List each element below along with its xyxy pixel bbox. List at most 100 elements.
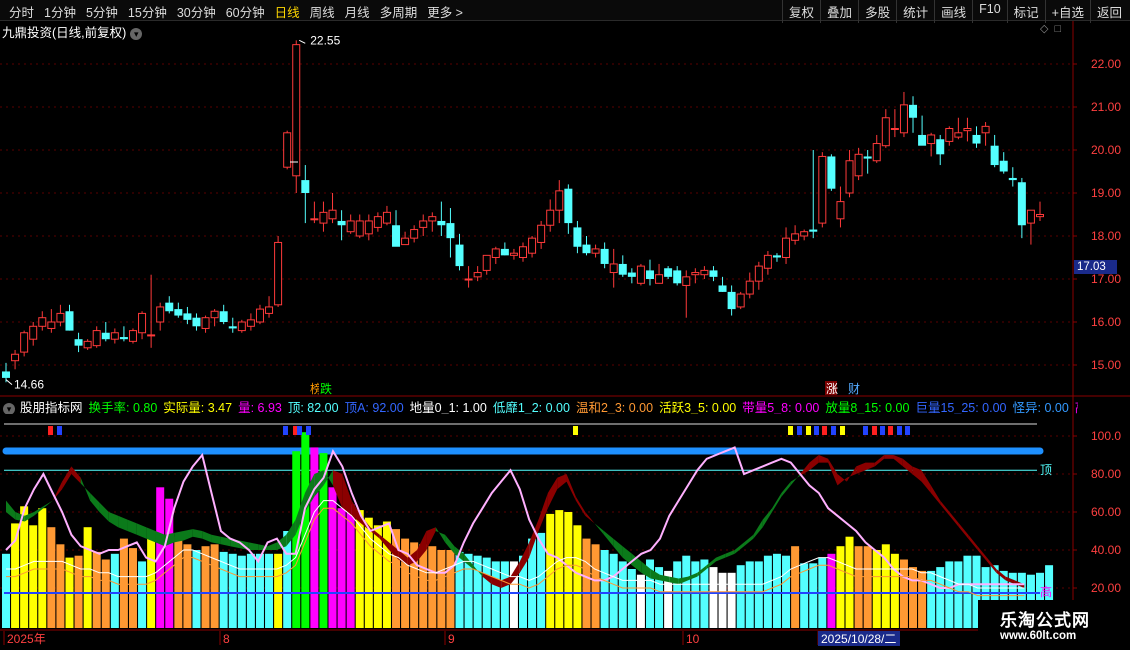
- price-axis-label: 16.00: [1091, 315, 1121, 329]
- date-axis-label: 2025年: [7, 632, 46, 646]
- high-marker-line: [299, 39, 306, 44]
- high-price-label: 22.55: [310, 33, 340, 47]
- volume-bar: [428, 546, 437, 628]
- candle-body: [500, 248, 509, 256]
- signal-marker: [863, 426, 868, 435]
- ribbon-segment: [192, 529, 203, 539]
- candle-body: [165, 302, 174, 312]
- volume-bar: [782, 555, 791, 628]
- candle-body: [582, 244, 591, 254]
- candle-body: [255, 308, 264, 323]
- volume-bar: [863, 546, 872, 628]
- ribbon-segment: [893, 455, 903, 467]
- indicator-value: 带量5_8: 0.00: [742, 401, 820, 414]
- indicator-value: 温和2_3: 0.00: [575, 401, 654, 414]
- ribbon-segment: [575, 496, 586, 516]
- candle-body: [691, 272, 700, 276]
- ribbon-segment: [809, 455, 819, 471]
- indicator-value: 低靡1_2: 0.00: [492, 401, 570, 414]
- candle-body: [292, 44, 301, 177]
- price-axis-label: 19.00: [1091, 186, 1121, 200]
- ribbon-segment: [790, 474, 801, 486]
- candle-body: [981, 125, 990, 134]
- candle-body: [600, 248, 609, 264]
- volume-bar: [255, 553, 264, 628]
- ribbon-segment: [725, 550, 735, 558]
- volume-bar: [809, 563, 818, 628]
- candle-body: [945, 128, 954, 142]
- date-axis-label: 9: [448, 632, 455, 646]
- candle-body: [1026, 209, 1035, 224]
- candle-body: [655, 274, 664, 284]
- signal-marker: [872, 426, 877, 435]
- candle-body: [718, 285, 727, 292]
- volume-bar: [147, 531, 156, 628]
- indicator-value: 高: 18.00: [1075, 401, 1078, 414]
- event-label: 涨: [826, 381, 838, 396]
- volume-bar: [83, 527, 92, 628]
- volume-bar: [274, 553, 283, 628]
- candle-body: [845, 160, 854, 194]
- price-axis-label: 21.00: [1091, 100, 1121, 114]
- candle-body: [537, 224, 546, 243]
- volume-bars: [2, 432, 1054, 628]
- candle-body: [192, 317, 201, 327]
- ribbon-segment: [594, 523, 604, 535]
- date-axis-label: 2025/10/28/二: [821, 632, 896, 646]
- indicator-value: 活跃3_5: 0.00: [659, 401, 737, 414]
- volume-bar: [2, 553, 10, 628]
- indicator-value: 顶A: 92.00: [344, 401, 404, 414]
- candle-body: [373, 216, 382, 228]
- candle-body: [827, 156, 836, 189]
- signal-marker: [888, 426, 893, 435]
- signal-marker: [905, 426, 910, 435]
- candle-body: [736, 293, 745, 308]
- indicator-name[interactable]: 股朋指标网: [20, 401, 83, 414]
- ribbon-segment: [557, 474, 567, 490]
- ribbon-segment: [71, 466, 81, 484]
- ribbon-segment: [884, 455, 894, 459]
- ribbon-segment: [90, 493, 100, 512]
- candle-body: [509, 252, 518, 256]
- candle-body: [446, 223, 455, 239]
- volume-bar: [364, 517, 373, 628]
- price-axis-label: 18.00: [1091, 229, 1121, 243]
- candle-body: [147, 334, 156, 337]
- volume-bar: [201, 546, 210, 628]
- signal-marker: [788, 426, 793, 435]
- candle-body: [382, 211, 391, 224]
- chevron-down-icon[interactable]: ▾: [3, 402, 15, 414]
- candle-body: [219, 311, 228, 322]
- candle-body: [392, 225, 401, 247]
- volume-bar: [500, 561, 509, 628]
- candle-body: [355, 220, 364, 237]
- low-marker-line: [5, 379, 13, 386]
- volume-bar: [627, 569, 636, 628]
- ribbon-segment: [435, 527, 446, 543]
- chart-canvas[interactable]: 22.00 21.00 20.00 19.00 18.00 17.00 16.00 15.00…: [0, 0, 1130, 650]
- volume-bar: [301, 432, 310, 628]
- volume-bar: [128, 548, 137, 628]
- candle-body: [854, 153, 863, 177]
- price-axis-label: 15.00: [1091, 358, 1121, 372]
- ribbon-segment: [762, 508, 773, 528]
- candle-body: [936, 139, 945, 155]
- candle-body: [899, 104, 908, 134]
- candle-body: [210, 310, 219, 319]
- volume-bar: [437, 550, 446, 628]
- candle-body: [673, 270, 682, 284]
- volume-bar: [945, 561, 954, 628]
- candle-body: [74, 339, 83, 346]
- signal-markers: [48, 426, 910, 435]
- ribbon-segment: [921, 470, 931, 493]
- candle-body: [237, 321, 246, 332]
- signal-marker: [831, 426, 836, 435]
- candle-body: [29, 325, 38, 340]
- candle-body: [1036, 214, 1044, 218]
- candle-body: [609, 263, 618, 274]
- candle-body: [564, 188, 573, 224]
- volume-bar: [192, 550, 201, 628]
- volume-bar: [890, 553, 899, 628]
- signal-marker: [806, 426, 811, 435]
- indicator-axis-label: 60.00: [1091, 505, 1121, 519]
